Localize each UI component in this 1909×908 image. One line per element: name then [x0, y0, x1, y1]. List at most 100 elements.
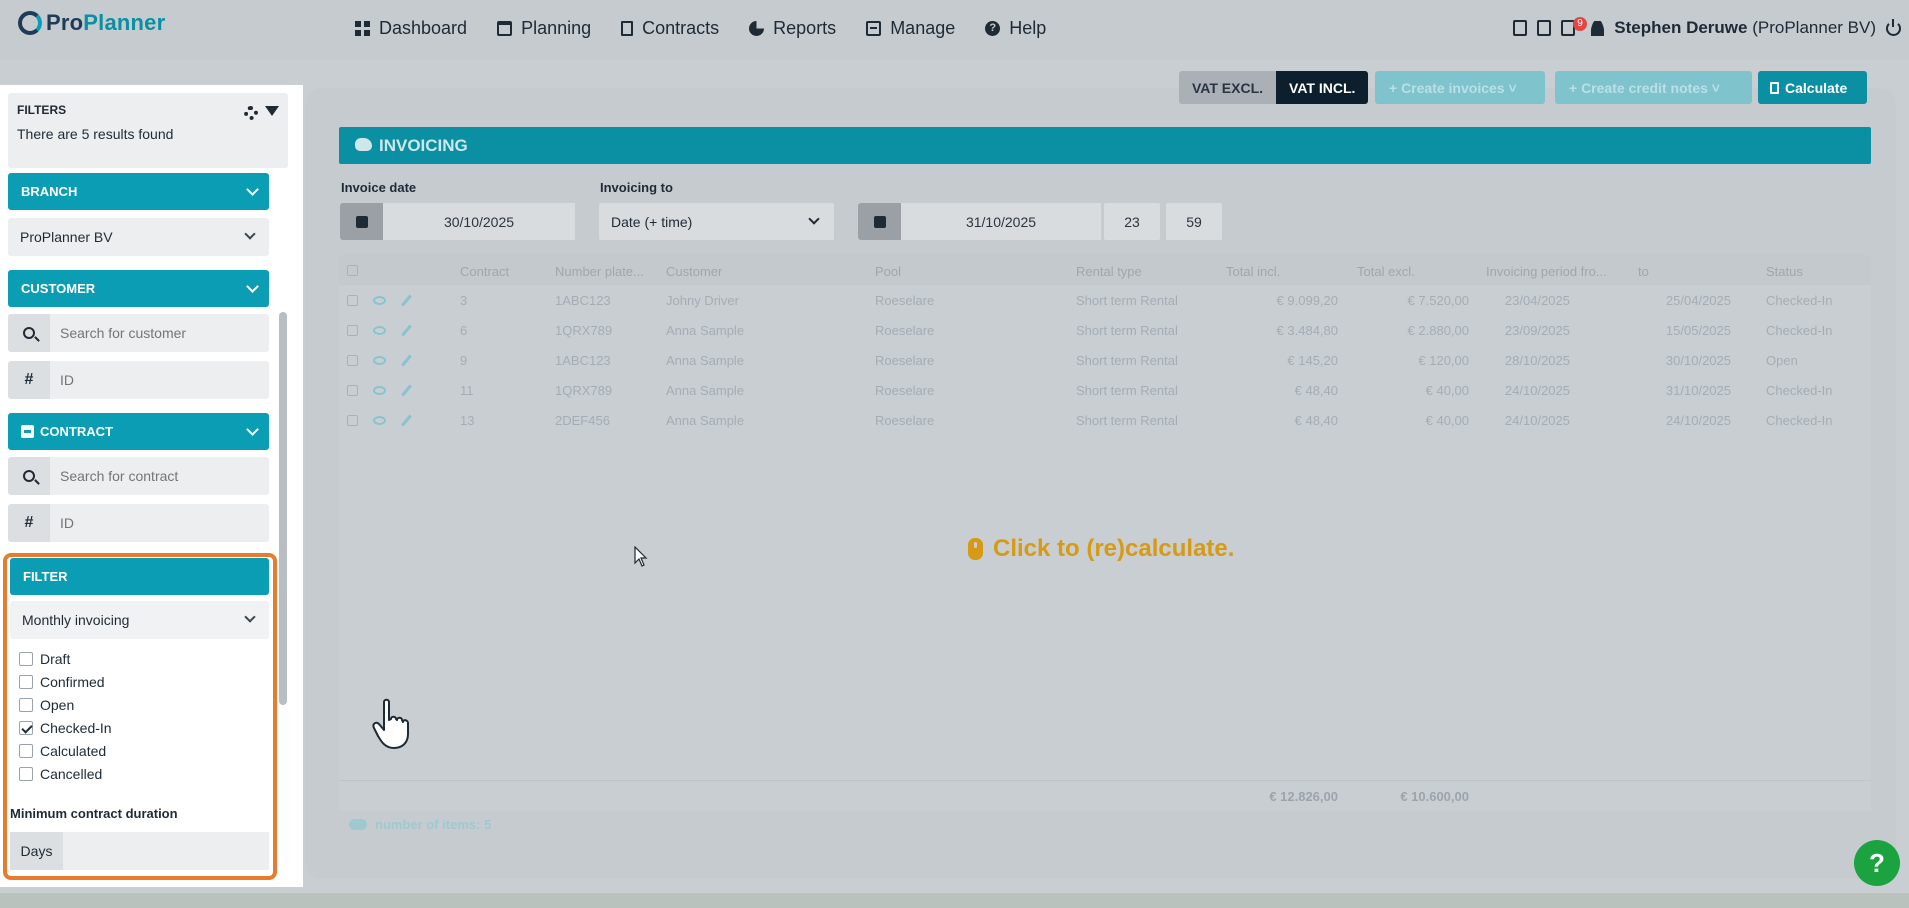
to-date-input[interactable]: 31/10/2025: [901, 203, 1101, 240]
table-row[interactable]: 11 1QRX789 Anna Sample Roeselare Short t…: [339, 375, 1871, 405]
mouse-pointer-icon: [634, 546, 648, 567]
row-checkbox[interactable]: [347, 295, 358, 306]
chevron-down-icon: [246, 280, 259, 293]
min-duration-input[interactable]: [63, 832, 269, 870]
nav-help[interactable]: ? Help: [985, 18, 1046, 39]
status-calculated[interactable]: Calculated: [19, 739, 112, 762]
col-pool[interactable]: Pool: [875, 264, 901, 279]
branch-select[interactable]: ProPlanner BV: [8, 218, 269, 256]
create-invoices-button[interactable]: + Create invoices ˅: [1375, 71, 1545, 104]
proplanner-logo[interactable]: ProPlanner: [18, 10, 165, 36]
gear-icon[interactable]: [244, 106, 258, 120]
checkbox-checked[interactable]: [19, 720, 33, 735]
cloud-download-icon[interactable]: [349, 819, 367, 830]
search-icon-addon: [8, 314, 50, 352]
recalculate-prompt[interactable]: Click to (re)calculate.: [968, 535, 1234, 563]
help-icon: ?: [985, 21, 1001, 36]
cell: Short term Rental: [1076, 413, 1178, 428]
cell: € 40,00: [1425, 413, 1469, 428]
pencil-icon[interactable]: [401, 294, 412, 307]
table-row[interactable]: 13 2DEF456 Anna Sample Roeselare Short t…: [339, 405, 1871, 435]
logout-power-icon[interactable]: [1886, 18, 1901, 36]
contract-id-input[interactable]: [50, 504, 269, 542]
eye-icon[interactable]: [373, 326, 386, 335]
vat-incl-button[interactable]: VAT INCL.: [1276, 71, 1369, 104]
checkbox[interactable]: [19, 743, 33, 758]
create-credit-notes-button[interactable]: + Create credit notes ˅: [1555, 71, 1752, 104]
eye-icon[interactable]: [373, 416, 386, 425]
customer-search-input[interactable]: [50, 314, 269, 352]
select-all-checkbox[interactable]: [347, 265, 358, 276]
col-status[interactable]: Status: [1766, 264, 1803, 279]
row-checkbox[interactable]: [347, 325, 358, 336]
filter-section-header[interactable]: FILTER: [10, 558, 269, 595]
status-open[interactable]: Open: [19, 693, 112, 716]
col-rental-type[interactable]: Rental type: [1076, 264, 1142, 279]
contract-search-input[interactable]: [50, 457, 269, 495]
cell: Checked-In: [1766, 293, 1833, 308]
vat-excl-button[interactable]: VAT EXCL.: [1179, 71, 1277, 104]
row-checkbox[interactable]: [347, 355, 358, 366]
cell: Short term Rental: [1076, 323, 1178, 338]
to-date-calendar-button[interactable]: [858, 203, 901, 240]
row-checkbox[interactable]: [347, 415, 358, 426]
customer-id-input[interactable]: [50, 361, 269, 399]
invoicing-to-select[interactable]: Date (+ time): [599, 203, 834, 240]
checkbox[interactable]: [19, 697, 33, 712]
nav-planning[interactable]: Planning: [497, 18, 591, 39]
pencil-icon[interactable]: [401, 384, 412, 397]
eye-icon[interactable]: [373, 296, 386, 305]
calculate-button[interactable]: Calculate: [1758, 71, 1867, 104]
status-draft[interactable]: Draft: [19, 647, 112, 670]
customer-section-header[interactable]: CUSTOMER: [8, 270, 269, 307]
contract-section-header[interactable]: CONTRACT: [8, 413, 269, 450]
table-row[interactable]: 6 1QRX789 Anna Sample Roeselare Short te…: [339, 315, 1871, 345]
checkbox[interactable]: [19, 674, 33, 689]
user-name[interactable]: Stephen Deruwe (ProPlanner BV): [1614, 18, 1876, 38]
pencil-icon[interactable]: [401, 324, 412, 337]
nav-contracts[interactable]: Contracts: [621, 18, 719, 39]
to-hour-input[interactable]: 23: [1104, 203, 1160, 240]
invoice-date-calendar-button[interactable]: [340, 203, 383, 240]
col-customer[interactable]: Customer: [666, 264, 722, 279]
col-period-from[interactable]: Invoicing period fro...: [1486, 264, 1607, 279]
eye-icon[interactable]: [373, 386, 386, 395]
checkbox[interactable]: [19, 651, 33, 666]
user-area: 9 Stephen Deruwe (ProPlanner BV): [1513, 17, 1901, 38]
invoicing-period-select[interactable]: Monthly invoicing: [10, 601, 269, 639]
status-confirmed[interactable]: Confirmed: [19, 670, 112, 693]
status-checked-in[interactable]: Checked-In: [19, 716, 112, 739]
file-settings-icon[interactable]: [1537, 20, 1552, 36]
col-period-to[interactable]: to: [1638, 264, 1649, 279]
row-checkbox[interactable]: [347, 385, 358, 396]
filters-summary-card: FILTERS There are 5 results found: [8, 93, 288, 168]
col-number-plate[interactable]: Number plate...: [555, 264, 644, 279]
branch-section-header[interactable]: BRANCH: [8, 173, 269, 210]
nav-reports[interactable]: Reports: [749, 18, 836, 39]
table-row[interactable]: 3 1ABC123 Johny Driver Roeselare Short t…: [339, 285, 1871, 315]
calculate-label: Calculate: [1785, 80, 1848, 96]
sidebar-scrollbar[interactable]: [279, 312, 287, 705]
status-cancelled[interactable]: Cancelled: [19, 762, 112, 785]
nav-manage[interactable]: Manage: [866, 18, 955, 39]
col-total-incl[interactable]: Total incl.: [1226, 264, 1280, 279]
help-fab-button[interactable]: ?: [1854, 840, 1900, 886]
invoice-date-input[interactable]: 30/10/2025: [383, 203, 575, 240]
contract-id-group: #: [8, 504, 269, 542]
table-row[interactable]: 9 1ABC123 Anna Sample Roeselare Short te…: [339, 345, 1871, 375]
status-label: Draft: [40, 650, 71, 667]
status-checklist: Draft Confirmed Open Checked-In Calculat…: [19, 647, 112, 785]
pencil-icon[interactable]: [401, 414, 412, 427]
to-minute-input[interactable]: 59: [1166, 203, 1222, 240]
cell: € 3.484,80: [1276, 323, 1338, 338]
nav-dashboard-label: Dashboard: [379, 18, 468, 38]
clear-filter-icon[interactable]: [265, 106, 279, 116]
notifications-icon[interactable]: 9: [1561, 17, 1587, 36]
nav-dashboard[interactable]: Dashboard: [355, 18, 467, 39]
checkbox[interactable]: [19, 766, 33, 781]
col-contract[interactable]: Contract: [460, 264, 509, 279]
eye-icon[interactable]: [373, 356, 386, 365]
col-total-excl[interactable]: Total excl.: [1357, 264, 1415, 279]
clipboard-icon[interactable]: [1513, 20, 1528, 36]
pencil-icon[interactable]: [401, 354, 412, 367]
